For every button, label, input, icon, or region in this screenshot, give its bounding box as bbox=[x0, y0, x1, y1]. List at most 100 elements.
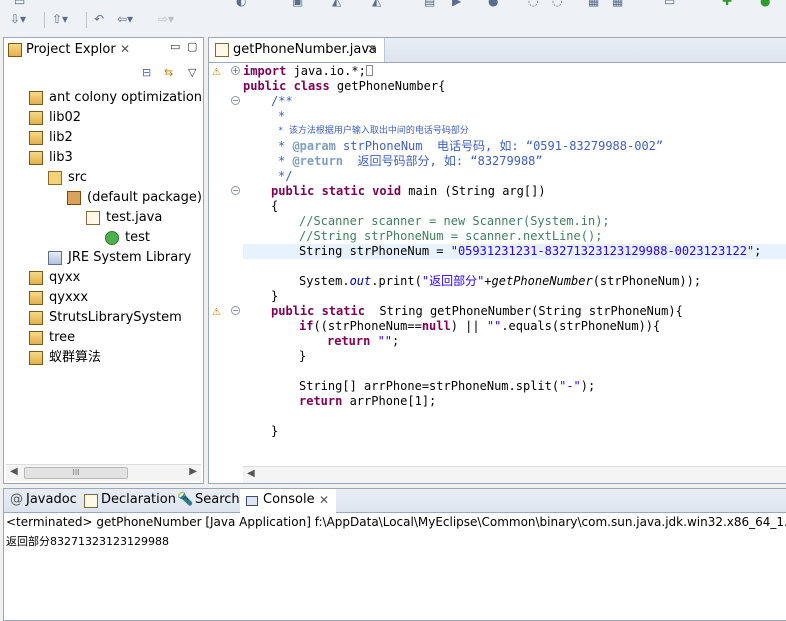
bottom-tab-strip: @ Javadoc Declaration 🔦 Search Console ✕ bbox=[4, 489, 786, 513]
project-icon bbox=[29, 291, 43, 305]
project-icon bbox=[29, 91, 43, 105]
next-annotation-icon[interactable]: ⇩▾ bbox=[10, 12, 26, 26]
toolbar-icon-13[interactable]: ▭ bbox=[664, 0, 675, 8]
collapse-all-icon[interactable]: ⊟ bbox=[142, 66, 151, 79]
toolbar-icon-8[interactable]: ● bbox=[488, 0, 498, 8]
toolbar-icon-6[interactable]: ▤ bbox=[424, 0, 435, 8]
editor-tab-label: getPhoneNumber.java bbox=[233, 42, 378, 57]
code-line: * @return 返回号码部分, 如: “83279988” bbox=[278, 154, 543, 168]
project-explorer-icon bbox=[8, 43, 22, 57]
java-file-icon bbox=[86, 211, 100, 225]
code-line: /** bbox=[271, 94, 293, 108]
last-edit-icon[interactable]: ↶ bbox=[94, 12, 104, 26]
toolbar-icon-14[interactable]: ✚ bbox=[722, 0, 732, 8]
tab-label: Console bbox=[263, 492, 315, 507]
code-line: if((strPhoneNum==null) || "".equals(strP… bbox=[299, 319, 661, 333]
tree-item-label: (default package) bbox=[87, 190, 202, 205]
tab-label: Javadoc bbox=[26, 492, 77, 507]
back-icon[interactable]: ⇦▾ bbox=[117, 12, 133, 26]
toolbar-icon-11[interactable]: ▦ bbox=[588, 0, 599, 8]
horizontal-scrollbar[interactable]: ◀ III ▶ bbox=[6, 464, 201, 481]
tab-console[interactable]: Console ✕ bbox=[240, 489, 336, 513]
code-line: String strPhoneNum = "05931231231-832713… bbox=[299, 244, 762, 258]
tab-getphonenumber-java[interactable]: getPhoneNumber.java ✕ bbox=[209, 38, 385, 62]
scroll-left-icon[interactable]: ◀ bbox=[247, 468, 255, 479]
tab-declaration[interactable]: Declaration bbox=[80, 489, 176, 513]
link-with-editor-icon[interactable]: ⇆ bbox=[164, 66, 173, 79]
close-icon[interactable]: ✕ bbox=[367, 42, 377, 56]
code-line: System.out.print("返回部分"+getPhoneNumber(s… bbox=[299, 274, 702, 288]
scrollbar-thumb[interactable]: III bbox=[24, 467, 128, 479]
tree-item-label: qyxx bbox=[49, 270, 81, 285]
toolbar-icon-3[interactable]: ▣ bbox=[292, 0, 303, 8]
toolbar-separator bbox=[44, 12, 45, 28]
toolbar-icon-5[interactable]: ◭ bbox=[372, 0, 381, 8]
tree-item-label: ant colony optimization bbox=[49, 90, 203, 105]
toolbar-icon-10[interactable]: ◌ bbox=[552, 0, 562, 8]
collapse-fold-icon[interactable]: − bbox=[231, 306, 240, 315]
maximize-icon[interactable]: ▢ bbox=[187, 40, 197, 53]
java-file-icon bbox=[215, 43, 229, 57]
code-area[interactable]: import java.io.*; public class getPhoneN… bbox=[243, 64, 786, 464]
forward-icon[interactable]: ⇨▾ bbox=[158, 12, 174, 26]
tab-label: Declaration bbox=[101, 492, 176, 507]
tab-label: Project Explor bbox=[26, 42, 116, 57]
source-folder-icon bbox=[48, 171, 62, 185]
toolbar-icon-2[interactable]: ◐ bbox=[236, 0, 246, 8]
toolbar-icon-12[interactable]: ▦ bbox=[612, 0, 623, 8]
project-icon bbox=[29, 131, 43, 145]
toolbar-icon-15[interactable]: ● bbox=[760, 0, 770, 8]
minimize-icon[interactable]: ▭ bbox=[170, 40, 180, 53]
close-icon[interactable]: ✕ bbox=[120, 42, 130, 56]
tree-item-label: 蚁群算法 bbox=[49, 350, 102, 365]
code-line: * @param strPhoneNum 电话号码, 如: “0591-8327… bbox=[278, 139, 664, 153]
code-line: public static String getPhoneNumber(Stri… bbox=[271, 304, 683, 318]
code-line: //Scanner scanner = new Scanner(System.i… bbox=[299, 214, 610, 228]
close-icon[interactable]: ✕ bbox=[319, 489, 329, 511]
search-icon: 🔦 bbox=[177, 492, 194, 507]
toolbar-icon-9[interactable]: ◌ bbox=[528, 0, 538, 8]
tab-project-explorer[interactable]: Project Explor ✕ bbox=[4, 38, 134, 62]
project-icon bbox=[29, 351, 43, 365]
project-icon bbox=[29, 271, 43, 285]
toolbar-icon-4[interactable]: ◭ bbox=[332, 0, 341, 8]
view-menu-icon[interactable]: ▽ bbox=[188, 66, 196, 79]
tree-item-label: JRE System Library bbox=[68, 250, 192, 265]
scroll-left-icon[interactable]: ◀ bbox=[10, 466, 18, 477]
code-line: //String strPhoneNum = scanner.nextLine(… bbox=[299, 229, 603, 243]
console-icon bbox=[246, 496, 258, 506]
horizontal-scrollbar[interactable]: ◀ bbox=[243, 466, 786, 483]
folded-imports-box[interactable] bbox=[365, 65, 373, 76]
scroll-right-icon[interactable]: ▶ bbox=[189, 466, 197, 477]
toolbar-icon-7[interactable]: ▶ bbox=[452, 0, 461, 8]
console-output[interactable]: 返回部分83271323123129988 bbox=[6, 533, 169, 549]
tab-javadoc[interactable]: @ Javadoc bbox=[6, 489, 78, 513]
collapse-fold-icon[interactable]: − bbox=[231, 186, 240, 195]
warning-icon[interactable]: ⚠ bbox=[212, 307, 224, 318]
console-panel: @ Javadoc Declaration 🔦 Search Console ✕… bbox=[3, 488, 786, 621]
tree-item-label: lib02 bbox=[49, 110, 82, 125]
tree-item-label: src bbox=[68, 170, 87, 185]
code-line: return arrPhone[1]; bbox=[299, 394, 437, 408]
expand-fold-icon[interactable]: + bbox=[231, 66, 240, 75]
tree-item-label: test bbox=[125, 230, 150, 245]
tree-item-label: tree bbox=[49, 330, 76, 345]
toolbar-icon-1[interactable]: ▭ bbox=[14, 0, 25, 8]
project-icon bbox=[29, 151, 43, 165]
jre-library-icon bbox=[48, 251, 62, 265]
code-line: public class getPhoneNumber{ bbox=[243, 79, 446, 93]
tree-item-label: lib2 bbox=[49, 130, 73, 145]
tab-label: Search bbox=[195, 492, 240, 507]
collapse-fold-icon[interactable]: − bbox=[231, 96, 240, 105]
code-line: * bbox=[278, 109, 286, 123]
class-icon bbox=[105, 231, 119, 245]
main-toolbar: ⇩▾ ⇧▾ ↶ ⇦▾ ⇨▾ ▭ ◐ ▣ ◭ ◭ ▤ ▶ ● ◌ ◌ ▦ ▦ ▭ … bbox=[0, 0, 786, 36]
tab-search[interactable]: 🔦 Search bbox=[174, 489, 240, 513]
tree-item-label: StrutsLibrarySystem bbox=[49, 310, 182, 325]
code-line: import java.io.*; bbox=[243, 64, 373, 79]
code-line: return ""; bbox=[327, 334, 400, 348]
previous-annotation-icon[interactable]: ⇧▾ bbox=[52, 12, 68, 26]
warning-icon[interactable]: ⚠ bbox=[212, 67, 224, 78]
tree-item-label: test.java bbox=[106, 210, 163, 225]
project-icon bbox=[29, 311, 43, 325]
